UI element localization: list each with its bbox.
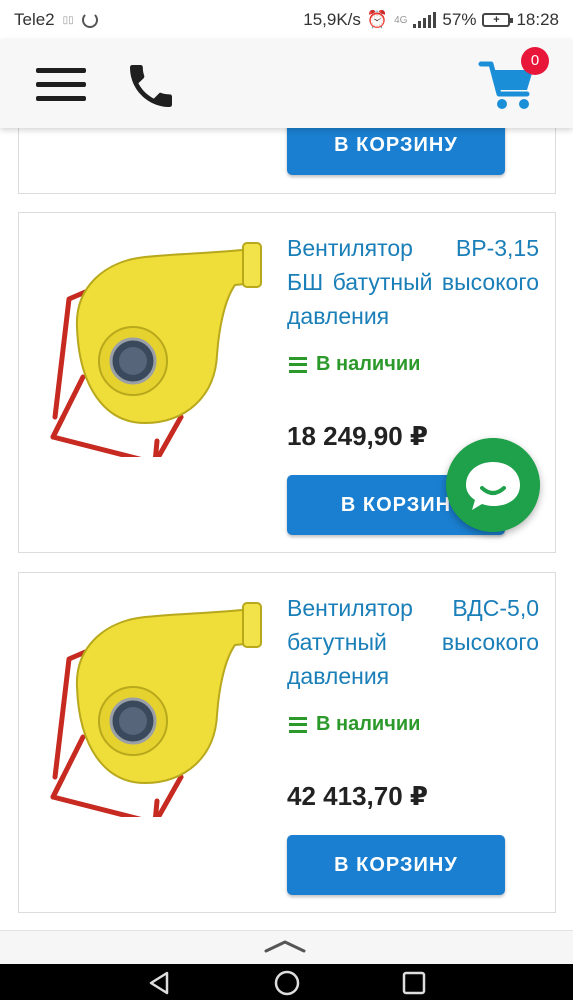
add-to-cart-button[interactable]: В КОРЗИНУ (287, 835, 505, 895)
chat-widget-icon[interactable] (446, 438, 540, 532)
product-image[interactable] (35, 227, 265, 457)
screen: Tele2 ▯▯ 15,9K/s ⏰ 4G 57% + 18:28 В КОРЗ… (0, 0, 573, 1000)
product-image[interactable] (35, 587, 265, 817)
stock-icon (289, 356, 307, 373)
sync-icon (81, 12, 98, 28)
status-bar: Tele2 ▯▯ 15,9K/s ⏰ 4G 57% + 18:28 (0, 0, 573, 40)
back-icon[interactable] (145, 970, 173, 996)
stock-icon (289, 716, 307, 733)
carrier-label: Tele2 (14, 10, 55, 29)
site-header (0, 40, 573, 128)
home-icon[interactable] (273, 970, 301, 996)
battery-icon: + (482, 13, 514, 27)
product-card: Вентилятор ВДС-5,0 батутный высокого дав… (18, 572, 556, 913)
sim-icon: ▯▯ (62, 14, 74, 26)
cart-count-badge: 0 (521, 47, 549, 75)
product-price: 18 249,90 ₽ (287, 421, 428, 451)
signal-icon (413, 12, 437, 28)
network-type: 4G (394, 14, 408, 26)
stock-label: В наличии (316, 713, 421, 735)
alarm-icon: ⏰ (366, 10, 389, 29)
recent-apps-icon[interactable] (400, 970, 428, 996)
system-nav-bar (0, 964, 573, 1000)
product-title-link[interactable]: Вентилятор ВР-3,15 БШ батутный высокого … (287, 231, 539, 333)
menu-icon[interactable] (36, 68, 86, 102)
stock-label: В наличии (316, 353, 421, 375)
product-title-link[interactable]: Вентилятор ВДС-5,0 батутный высокого дав… (287, 591, 539, 693)
clock: 18:28 (516, 10, 559, 29)
phone-icon[interactable] (123, 58, 179, 114)
battery-percent: 57% (442, 10, 477, 29)
network-speed: 15,9K/s (303, 10, 361, 29)
stock-status: В наличии (289, 353, 420, 376)
product-price: 42 413,70 ₽ (287, 781, 428, 811)
chevron-up-icon[interactable] (262, 937, 308, 955)
browser-bottom-bar (0, 930, 573, 964)
stock-status: В наличии (289, 713, 420, 736)
